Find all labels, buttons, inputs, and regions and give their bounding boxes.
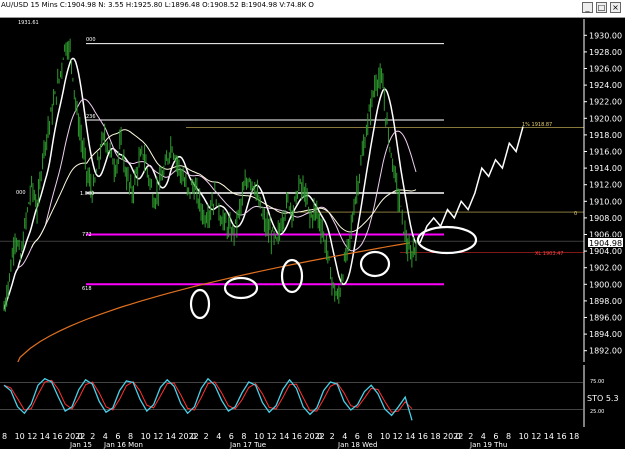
- y-tick-label: 1914.00: [589, 164, 622, 173]
- x-tick-label: 12: [153, 432, 164, 441]
- x-tick-label: 2: [90, 432, 96, 441]
- x-tick-label: 6: [228, 432, 234, 441]
- x-tick-label: 10: [518, 432, 529, 441]
- annotation-circle: [416, 225, 478, 255]
- y-tick-label: 1916.00: [589, 148, 622, 157]
- level-label-1903: XL 1903.47: [535, 251, 564, 257]
- time-axis: 8 10 12 14 16 2022 0 2 4 6 8 10 12 14 2022 0 2 4 6 8 10 12 14 1…: [0, 432, 625, 447]
- level-label-1918: 1% 1918.87: [522, 122, 553, 128]
- day-label: Jan 18 Wed: [338, 441, 378, 449]
- x-tick-label: 16: [52, 432, 63, 441]
- day-label: Jan 16 Mon: [104, 441, 143, 449]
- y-tick-label: 1928.00: [589, 48, 622, 57]
- x-tick-label: 18: [569, 432, 580, 441]
- y-tick-label: 1900.00: [589, 280, 622, 289]
- annotation-circle: [223, 276, 259, 300]
- x-tick-label: 4: [480, 432, 486, 441]
- annotation-circle: [359, 250, 391, 278]
- x-tick-label: 4: [342, 432, 348, 441]
- y-tick-label: 1908.00: [589, 214, 622, 223]
- stochastic-label: STO: [587, 394, 604, 403]
- x-tick-label: 6: [354, 432, 360, 441]
- x-tick-label: 4: [216, 432, 222, 441]
- x-tick-label: 14: [165, 432, 176, 441]
- fib-label-618: 772: [82, 232, 92, 238]
- day-label: Jan 17 Tue: [230, 441, 267, 449]
- moving-average-fast: [3, 57, 417, 310]
- maximize-button[interactable]: □: [596, 2, 607, 13]
- stochastic-line: [3, 377, 413, 421]
- stochastic-readout: STO 5.3: [587, 394, 619, 403]
- x-tick-label: 18: [430, 432, 441, 441]
- x-tick-label: 8: [2, 432, 8, 441]
- x-tick-label: 10: [254, 432, 265, 441]
- fib-label-382: 1.000: [80, 191, 95, 197]
- quote-subtitle: 30 C:1903.57 N:1925.58 L:1903.32 O:1905.…: [1, 9, 265, 16]
- x-tick-label: 0: [191, 432, 197, 441]
- close-button[interactable]: ×: [610, 2, 621, 13]
- annotation-circle: [189, 288, 211, 320]
- stochastic-value: 5.3: [605, 394, 619, 403]
- x-tick-label: 6: [115, 432, 121, 441]
- y-tick-label: 1894.00: [589, 330, 622, 339]
- fib-label-786: 618: [82, 286, 92, 292]
- x-tick-label: 12: [266, 432, 277, 441]
- y-tick-label: 1912.00: [589, 181, 622, 190]
- day-label: Jan 15: [70, 441, 92, 449]
- x-tick-label: 16: [417, 432, 428, 441]
- x-tick-label: 14: [279, 432, 290, 441]
- x-tick-label: 10: [380, 432, 391, 441]
- x-tick-label: 14: [39, 432, 50, 441]
- x-tick-label: 12: [392, 432, 403, 441]
- minimize-button[interactable]: _: [582, 2, 593, 13]
- x-tick-label: 0: [77, 432, 83, 441]
- forecast-path: [419, 126, 524, 244]
- window-title: AU/USD 15 Mins C:1904.98 N: 3.55 H:1925.…: [1, 1, 314, 9]
- day-label: Jan 19 Thu: [470, 441, 508, 449]
- stochastic-hi-label: 75.00: [590, 379, 605, 385]
- x-tick-label: 10: [14, 432, 25, 441]
- y-tick-label: 1922.00: [589, 98, 622, 107]
- stochastic-signal-line: [3, 379, 413, 413]
- x-tick-label: 14: [543, 432, 554, 441]
- x-tick-label: 8: [367, 432, 373, 441]
- x-tick-label: 2: [329, 432, 335, 441]
- x-tick-label: 6: [493, 432, 499, 441]
- level-label-0: 0: [574, 211, 578, 217]
- x-tick-label: 0: [455, 432, 461, 441]
- y-tick-label: 1930.00: [589, 31, 622, 40]
- y-tick-label: 1920.00: [589, 114, 622, 123]
- fib-label-236: 236: [86, 114, 96, 120]
- y-tick-label: 1902.00: [589, 264, 622, 273]
- x-tick-label: 2: [203, 432, 209, 441]
- y-tick-label: 1892.00: [589, 347, 622, 356]
- y-tick-label: 1918.00: [589, 131, 622, 140]
- x-tick-label: 16: [291, 432, 302, 441]
- x-tick-label: 12: [27, 432, 38, 441]
- y-tick-label: 1896.00: [589, 314, 622, 323]
- stochastic-lo-label: 25.00: [590, 409, 605, 415]
- x-tick-label: 4: [102, 432, 108, 441]
- x-tick-label: 8: [128, 432, 134, 441]
- y-tick-label: 1910.00: [589, 197, 622, 206]
- left-ref-label: 000: [16, 190, 26, 196]
- x-tick-label: 16: [556, 432, 567, 441]
- y-tick-label: 1926.00: [589, 65, 622, 74]
- stochastic-panel[interactable]: [0, 365, 625, 427]
- x-tick-label: 10: [140, 432, 151, 441]
- fib-label-top: 000: [86, 37, 96, 43]
- y-tick-label: 1924.00: [589, 81, 622, 90]
- x-tick-label: 8: [506, 432, 512, 441]
- y-tick-label: 1898.00: [589, 297, 622, 306]
- x-tick-label: 0: [317, 432, 323, 441]
- x-tick-label: 8: [241, 432, 247, 441]
- x-tick-label: 2: [468, 432, 474, 441]
- x-tick-label: 14: [405, 432, 416, 441]
- last-price-tag: 1904.98: [587, 237, 624, 248]
- x-tick-label: 12: [531, 432, 542, 441]
